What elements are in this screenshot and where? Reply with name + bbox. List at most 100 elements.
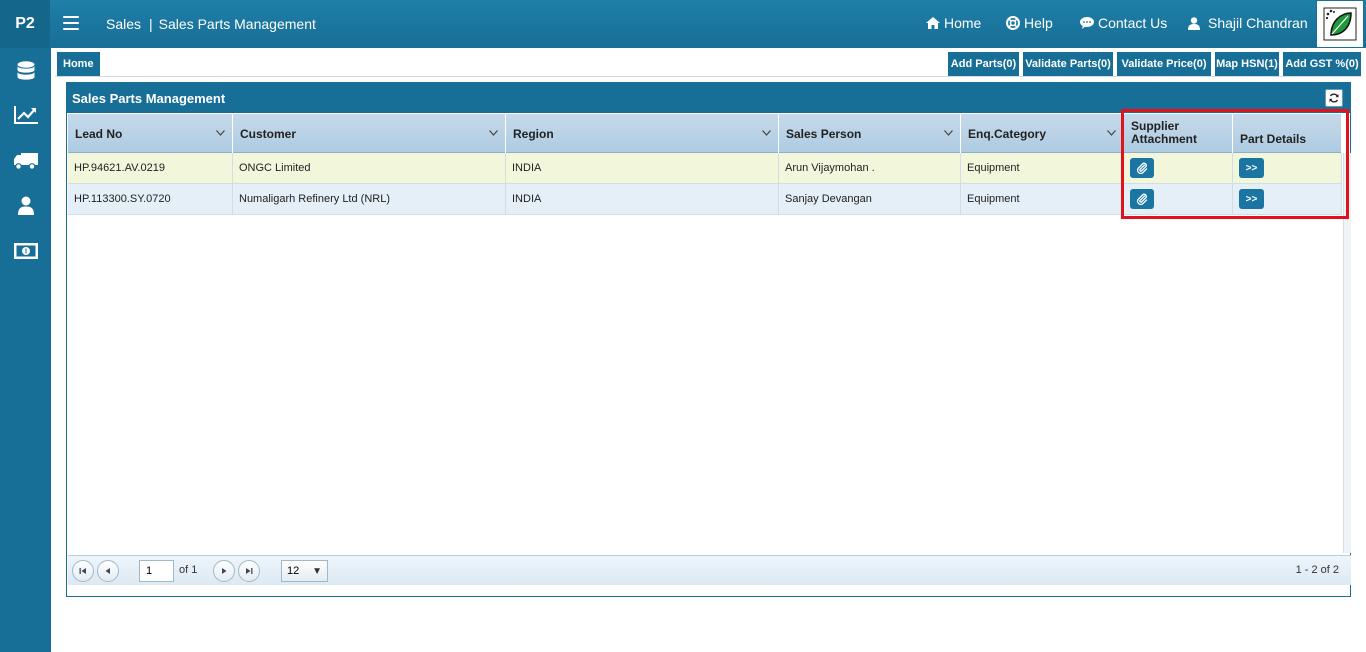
chevron-down-icon[interactable] (762, 130, 771, 136)
column-part-details[interactable]: Part Details (1233, 114, 1342, 153)
user-icon (1188, 16, 1200, 30)
column-customer[interactable]: Customer (233, 114, 506, 153)
tab-divider (55, 76, 1361, 77)
chevron-down-icon[interactable] (944, 130, 953, 136)
grid-header: Lead No Customer Region Sales Person Enq… (68, 114, 1342, 153)
next-page-icon (222, 568, 227, 574)
vertical-scrollbar[interactable] (1343, 153, 1351, 553)
nav-contact-label: Contact Us (1098, 15, 1168, 31)
money-icon (13, 243, 38, 259)
sidebar-item-delivery[interactable] (0, 146, 51, 176)
column-supplier-attachment[interactable]: Supplier Attachment (1124, 114, 1233, 153)
user-name: Shajil Chandran (1208, 15, 1308, 31)
page-number-input[interactable] (139, 560, 174, 582)
caret-down-icon: ▼ (312, 566, 322, 577)
add-gst-button[interactable]: Add GST %(0) (1283, 52, 1361, 76)
column-region-label: Region (513, 126, 554, 141)
next-page-button[interactable] (213, 560, 235, 582)
leaf-logo-icon (1323, 7, 1357, 41)
nav-home-label: Home (944, 15, 982, 31)
tab-strip: Home Add Parts(0) Validate Parts(0) Vali… (55, 50, 1361, 77)
brand-logo (1316, 0, 1364, 48)
prev-page-button[interactable] (97, 560, 119, 582)
database-icon (17, 61, 34, 80)
breadcrumb-separator: | (149, 16, 153, 32)
table-row[interactable]: HP.94621.AV.0219 ONGC Limited INDIA Arun… (68, 153, 1342, 184)
chevron-down-icon[interactable] (489, 130, 498, 136)
column-attachment-label: Attachment (1131, 132, 1198, 146)
column-enq-category-label: Enq.Category (968, 126, 1047, 141)
cell-customer: ONGC Limited (233, 153, 506, 183)
first-page-icon (79, 568, 86, 574)
chevron-down-icon[interactable] (216, 130, 225, 136)
column-lead-no[interactable]: Lead No (68, 114, 233, 153)
column-sales-person[interactable]: Sales Person (779, 114, 961, 153)
nav-contact[interactable]: Contact Us (1080, 15, 1167, 31)
cell-supplier-attachment (1124, 153, 1233, 183)
menu-icon[interactable] (63, 16, 79, 30)
refresh-icon (1329, 93, 1339, 103)
lifebuoy-icon (1006, 16, 1020, 30)
nav-help-label: Help (1024, 15, 1053, 31)
last-page-button[interactable] (238, 560, 260, 582)
cell-part-details: >> (1233, 184, 1342, 214)
cell-customer: Numaligarh Refinery Ltd (NRL) (233, 184, 506, 214)
breadcrumb-module[interactable]: Sales (106, 16, 141, 32)
validate-parts-button[interactable]: Validate Parts(0) (1023, 52, 1113, 76)
cell-lead-no: HP.94621.AV.0219 (68, 153, 233, 183)
attachment-button[interactable] (1130, 158, 1154, 178)
nav-help[interactable]: Help (1006, 15, 1053, 31)
page-size-select[interactable]: 12 ▼ (281, 560, 328, 582)
sidebar-item-chart[interactable] (0, 100, 51, 130)
refresh-button[interactable] (1325, 89, 1343, 107)
column-enq-category[interactable]: Enq.Category (961, 114, 1124, 153)
breadcrumb-page: Sales Parts Management (158, 16, 316, 32)
top-bar: P2 Sales | Sales Parts Management Home Hel… (0, 0, 1366, 48)
record-range-label: 1 - 2 of 2 (1295, 564, 1339, 576)
part-details-button[interactable]: >> (1239, 158, 1264, 178)
chevron-down-icon[interactable] (1107, 130, 1116, 136)
truck-icon (13, 153, 38, 170)
validate-price-button[interactable]: Validate Price(0) (1117, 52, 1211, 76)
breadcrumb: Sales | Sales Parts Management (106, 16, 316, 32)
cell-lead-no: HP.113300.SY.0720 (68, 184, 233, 214)
sidebar-item-database[interactable] (0, 56, 51, 86)
map-hsn-button[interactable]: Map HSN(1) (1215, 52, 1279, 76)
paperclip-icon (1136, 162, 1148, 174)
column-customer-label: Customer (240, 126, 297, 141)
panel-title: Sales Parts Management (72, 90, 226, 106)
pager: of 1 12 ▼ 1 - 2 of 2 (68, 555, 1351, 585)
column-region[interactable]: Region (506, 114, 779, 153)
column-sales-person-label: Sales Person (786, 126, 862, 141)
tab-home[interactable]: Home (57, 52, 100, 76)
chart-icon (13, 106, 38, 124)
cell-part-details: >> (1233, 153, 1342, 183)
sidebar-item-user[interactable] (0, 190, 51, 220)
paperclip-icon (1136, 193, 1148, 205)
panel-header: Sales Parts Management (67, 83, 1350, 113)
add-parts-button[interactable]: Add Parts(0) (948, 52, 1019, 76)
sales-parts-panel: Sales Parts Management Lead No Customer … (66, 82, 1351, 597)
table-row[interactable]: HP.113300.SY.0720 Numaligarh Refinery Lt… (68, 184, 1342, 215)
cell-sales-person: Sanjay Devangan (779, 184, 961, 214)
app-logo[interactable]: P2 (0, 0, 50, 48)
attachment-button[interactable] (1130, 189, 1154, 209)
chat-icon (1080, 17, 1094, 29)
cell-region: INDIA (506, 153, 779, 183)
first-page-button[interactable] (72, 560, 94, 582)
user-menu[interactable]: Shajil Chandran (1188, 15, 1308, 31)
cell-region: INDIA (506, 184, 779, 214)
user-icon (17, 196, 34, 215)
cell-category: Equipment (961, 153, 1124, 183)
last-page-icon (246, 568, 253, 574)
cell-category: Equipment (961, 184, 1124, 214)
sidebar (0, 48, 51, 652)
sidebar-item-finance[interactable] (0, 236, 51, 266)
home-icon (926, 17, 940, 29)
part-details-button[interactable]: >> (1239, 189, 1264, 209)
nav-home[interactable]: Home (926, 15, 981, 31)
prev-page-icon (105, 568, 110, 574)
column-lead-no-label: Lead No (75, 126, 123, 141)
column-part-details-label: Part Details (1240, 131, 1307, 146)
page-count-label: of 1 (179, 564, 198, 576)
